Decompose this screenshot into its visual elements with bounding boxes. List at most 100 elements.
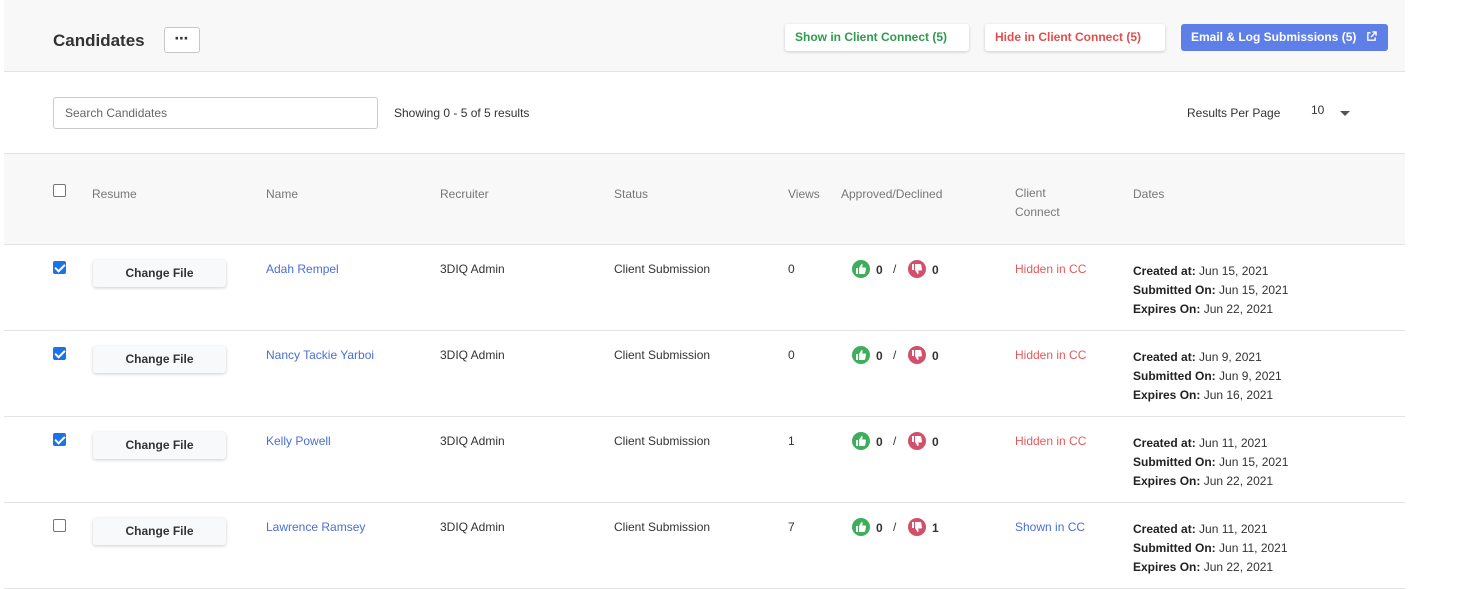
column-header-resume: Resume xyxy=(92,187,137,201)
thumbs-down-icon[interactable] xyxy=(908,346,926,364)
submitted-on-value: Jun 15, 2021 xyxy=(1219,455,1289,469)
chevron-down-icon[interactable] xyxy=(1340,111,1350,116)
declined-count: 0 xyxy=(932,349,939,363)
thumbs-up-icon[interactable] xyxy=(852,518,870,536)
declined-count: 0 xyxy=(932,263,939,277)
expires-on-label: Expires On: xyxy=(1133,388,1201,402)
recruiter-text: 3DIQ Admin xyxy=(440,434,505,448)
row-select-checkbox[interactable] xyxy=(53,347,66,360)
approved-declined-separator: / xyxy=(893,434,897,448)
recruiter-text: 3DIQ Admin xyxy=(440,520,505,534)
table-row: Change File Lawrence Ramsey 3DIQ Admin Clie… xyxy=(4,503,1405,589)
email-log-submissions-label: Email & Log Submissions (5) xyxy=(1191,30,1357,44)
thumbs-down-icon[interactable] xyxy=(908,432,926,450)
change-file-button[interactable]: Change File xyxy=(93,518,226,545)
page-title: Candidates xyxy=(53,31,145,50)
thumbs-up-icon[interactable] xyxy=(852,432,870,450)
submitted-on-label: Submitted On: xyxy=(1133,369,1216,383)
created-at-value: Jun 11, 2021 xyxy=(1199,436,1268,450)
expires-on-label: Expires On: xyxy=(1133,560,1201,574)
created-at-label: Created at: xyxy=(1133,264,1196,278)
show-in-client-connect-button[interactable]: Show in Client Connect (5) xyxy=(785,24,969,51)
table-row: Change File Kelly Powell 3DIQ Admin Client … xyxy=(4,417,1405,503)
table-toolbar: Showing 0 - 5 of 5 results Results Per P… xyxy=(4,72,1405,154)
submitted-on-value: Jun 15, 2021 xyxy=(1219,283,1289,297)
views-count: 0 xyxy=(788,262,795,276)
column-header-name[interactable]: Name xyxy=(266,187,298,201)
expires-on-line: Expires On: Jun 22, 2021 xyxy=(1133,300,1288,319)
table-row: Change File Adah Rempel 3DIQ Admin Client S… xyxy=(4,245,1405,331)
client-connect-status-link[interactable]: Hidden in CC xyxy=(1015,348,1086,362)
dates-block: Created at: Jun 9, 2021 Submitted On: Jun… xyxy=(1133,348,1282,405)
declined-count: 1 xyxy=(932,521,939,535)
submitted-on-label: Submitted On: xyxy=(1133,541,1216,555)
views-count: 7 xyxy=(788,520,795,534)
thumbs-up-icon[interactable] xyxy=(852,346,870,364)
column-header-client-connect: Client Connect xyxy=(1015,184,1075,222)
expires-on-label: Expires On: xyxy=(1133,302,1201,316)
expires-on-line: Expires On: Jun 16, 2021 xyxy=(1133,386,1282,405)
row-select-checkbox[interactable] xyxy=(53,519,66,532)
client-connect-status-link[interactable]: Hidden in CC xyxy=(1015,434,1086,448)
status-text: Client Submission xyxy=(614,348,711,362)
column-header-approved-declined: Approved/Declined xyxy=(841,187,943,201)
candidate-name-link[interactable]: Lawrence Ramsey xyxy=(266,520,365,534)
column-header-recruiter[interactable]: Recruiter xyxy=(440,187,489,201)
column-header-dates: Dates xyxy=(1133,187,1165,201)
submitted-on-line: Submitted On: Jun 9, 2021 xyxy=(1133,367,1282,386)
created-at-line: Created at: Jun 11, 2021 xyxy=(1133,434,1288,453)
row-select-checkbox[interactable] xyxy=(53,433,66,446)
results-per-page-label: Results Per Page xyxy=(1187,106,1281,120)
created-at-value: Jun 9, 2021 xyxy=(1199,350,1262,364)
dates-block: Created at: Jun 11, 2021 Submitted On: Ju… xyxy=(1133,434,1288,491)
candidate-name-link[interactable]: Nancy Tackie Yarboi xyxy=(266,348,374,362)
candidate-name-link[interactable]: Adah Rempel xyxy=(266,262,339,276)
change-file-button[interactable]: Change File xyxy=(93,260,226,287)
row-select-checkbox[interactable] xyxy=(53,261,66,274)
expires-on-label: Expires On: xyxy=(1133,474,1201,488)
approved-count: 0 xyxy=(876,521,883,535)
submitted-on-value: Jun 9, 2021 xyxy=(1219,369,1282,383)
created-at-line: Created at: Jun 9, 2021 xyxy=(1133,348,1282,367)
approved-declined-separator: / xyxy=(893,348,897,362)
approved-declined-separator: / xyxy=(893,520,897,534)
table-header: Resume Name Recruiter Status Views Appro… xyxy=(4,154,1405,245)
created-at-line: Created at: Jun 15, 2021 xyxy=(1133,262,1288,281)
thumbs-down-icon[interactable] xyxy=(908,518,926,536)
views-count: 1 xyxy=(788,434,795,448)
status-text: Client Submission xyxy=(614,434,711,448)
thumbs-up-icon[interactable] xyxy=(852,260,870,278)
client-connect-status-link[interactable]: Hidden in CC xyxy=(1015,262,1086,276)
submitted-on-label: Submitted On: xyxy=(1133,455,1216,469)
submitted-on-line: Submitted On: Jun 15, 2021 xyxy=(1133,453,1288,472)
change-file-button[interactable]: Change File xyxy=(93,346,226,373)
hide-in-client-connect-button[interactable]: Hide in Client Connect (5) xyxy=(985,24,1165,51)
results-count-text: Showing 0 - 5 of 5 results xyxy=(394,106,530,120)
change-file-button[interactable]: Change File xyxy=(93,432,226,459)
column-header-client-connect-line1: Client xyxy=(1015,186,1046,200)
select-all-checkbox[interactable] xyxy=(53,184,66,197)
declined-count: 0 xyxy=(932,435,939,449)
results-per-page-value[interactable]: 10 xyxy=(1311,103,1324,117)
more-options-button[interactable]: ⋯ xyxy=(164,27,200,53)
submitted-on-value: Jun 11, 2021 xyxy=(1219,541,1288,555)
search-candidates-input[interactable] xyxy=(53,97,378,129)
email-log-submissions-button[interactable]: Email & Log Submissions (5) xyxy=(1181,24,1388,51)
page-header: Candidates ⋯ Show in Client Connect (5) … xyxy=(4,0,1405,72)
column-header-status[interactable]: Status xyxy=(614,187,648,201)
created-at-value: Jun 15, 2021 xyxy=(1199,264,1269,278)
dates-block: Created at: Jun 11, 2021 Submitted On: Ju… xyxy=(1133,520,1288,577)
views-count: 0 xyxy=(788,348,795,362)
client-connect-status-link[interactable]: Shown in CC xyxy=(1015,520,1085,534)
approved-count: 0 xyxy=(876,349,883,363)
created-at-label: Created at: xyxy=(1133,436,1196,450)
created-at-value: Jun 11, 2021 xyxy=(1199,522,1268,536)
approved-declined-separator: / xyxy=(893,262,897,276)
expires-on-line: Expires On: Jun 22, 2021 xyxy=(1133,472,1288,491)
expires-on-value: Jun 22, 2021 xyxy=(1203,560,1274,574)
candidate-name-link[interactable]: Kelly Powell xyxy=(266,434,331,448)
created-at-label: Created at: xyxy=(1133,350,1196,364)
thumbs-down-icon[interactable] xyxy=(908,260,926,278)
column-header-views[interactable]: Views xyxy=(788,187,820,201)
table-row: Change File Nancy Tackie Yarboi 3DIQ Admin… xyxy=(4,331,1405,417)
